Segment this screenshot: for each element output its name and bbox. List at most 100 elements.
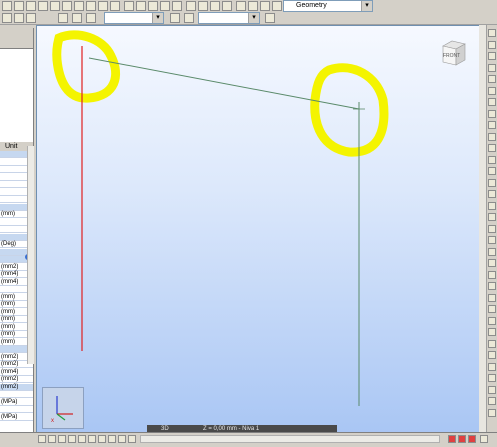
tool-icon-8[interactable] [86, 1, 96, 11]
tool-icon-row2-9[interactable] [265, 13, 275, 23]
tool-icon-row2-6[interactable] [86, 13, 96, 23]
right-tool-icon-15[interactable] [488, 190, 496, 198]
tool-icon-1[interactable] [2, 1, 12, 11]
right-tool-icon-1[interactable] [488, 29, 496, 37]
property-row[interactable]: (MPa) [0, 399, 33, 406]
right-tool-icon-4[interactable] [488, 63, 496, 72]
bottom-tool-icon-5[interactable] [78, 435, 86, 443]
property-row[interactable] [0, 406, 33, 413]
tool-icon-4[interactable] [38, 1, 48, 11]
right-tool-icon-22[interactable] [488, 270, 496, 279]
3d-viewport[interactable]: FRONT x 3D Z = 0,00 mm - Niva 1 [36, 25, 486, 435]
right-tool-icon-10[interactable] [488, 132, 496, 141]
tool-icon-6[interactable] [62, 1, 72, 11]
tool-icon-7[interactable] [74, 1, 84, 11]
right-tool-icon-6[interactable] [488, 86, 496, 95]
property-row[interactable] [0, 391, 33, 398]
right-tool-icon-20[interactable] [488, 247, 496, 256]
bottom-tool-icon-6[interactable] [88, 435, 96, 443]
tool-icon-3[interactable] [26, 1, 36, 11]
property-row[interactable]: (mm2) [0, 383, 33, 391]
tool-icon-17[interactable] [198, 1, 208, 11]
gear-icon[interactable] [236, 1, 246, 11]
right-tool-icon-21[interactable] [488, 259, 496, 267]
viewport-vertical-scrollbar[interactable] [479, 25, 486, 435]
bottom-tool-icon-red-3[interactable] [468, 435, 476, 443]
tool-icon-row2-5[interactable] [72, 13, 82, 23]
tool-icon-16[interactable] [186, 1, 196, 11]
tool-icon-row2-7[interactable] [170, 13, 180, 23]
chevron-down-icon[interactable]: ▾ [248, 13, 259, 23]
left-scrollbar[interactable] [27, 146, 34, 364]
tool-icon-2[interactable] [14, 1, 24, 11]
right-tool-icon-9[interactable] [488, 121, 496, 129]
bottom-tool-icon-last[interactable] [480, 435, 488, 443]
bottom-tool-icon-4[interactable] [68, 435, 76, 443]
right-tool-icon-8[interactable] [488, 109, 496, 118]
bottom-toolbar [0, 432, 497, 447]
tool-icon-row2-2[interactable] [14, 13, 24, 23]
right-tool-icon-11[interactable] [488, 144, 496, 152]
tool-icon-22[interactable] [260, 1, 270, 11]
right-tool-icon-14[interactable] [488, 178, 496, 187]
horizontal-scrollbar[interactable] [140, 435, 440, 443]
tool-icon-row2-8[interactable] [184, 13, 194, 23]
tool-icon-21[interactable] [248, 1, 258, 11]
search-icon[interactable] [124, 1, 134, 11]
property-row[interactable]: (mm4) [0, 369, 33, 376]
right-tool-icon-18[interactable] [488, 224, 496, 233]
right-tool-icon-31[interactable] [488, 374, 496, 382]
tool-icon-10[interactable] [110, 1, 120, 11]
right-tool-icon-26[interactable] [488, 316, 496, 325]
right-tool-icon-27[interactable] [488, 328, 496, 336]
right-tool-icon-16[interactable] [488, 201, 496, 210]
right-tool-icon-3[interactable] [488, 52, 496, 60]
tool-icon-row2-1[interactable] [2, 13, 12, 23]
tool-icon-13[interactable] [148, 1, 158, 11]
right-tool-icon-33[interactable] [488, 397, 496, 405]
right-tool-icon-32[interactable] [488, 385, 496, 394]
right-tool-icon-2[interactable] [488, 40, 496, 49]
property-row[interactable]: (MPa) [0, 414, 33, 421]
property-row[interactable]: (mm2) [0, 376, 33, 383]
right-tool-icon-13[interactable] [488, 167, 496, 175]
view-combo[interactable]: ▾ [104, 12, 164, 24]
right-tool-icon-19[interactable] [488, 236, 496, 244]
right-tool-icon-7[interactable] [488, 98, 496, 106]
bottom-tool-icon-red-1[interactable] [448, 435, 456, 443]
right-tool-icon-25[interactable] [488, 305, 496, 313]
bottom-tool-icon-10[interactable] [128, 435, 136, 443]
tool-icon-5[interactable] [50, 1, 60, 11]
svg-text:x: x [51, 418, 54, 424]
tool-icon-row2-4[interactable] [58, 13, 68, 23]
view-cube[interactable]: FRONT [437, 38, 467, 68]
right-tool-icon-30[interactable] [488, 362, 496, 371]
bottom-tool-icon-9[interactable] [118, 435, 126, 443]
tool-icon-14[interactable] [160, 1, 170, 11]
chevron-down-icon[interactable]: ▾ [152, 13, 163, 23]
right-tool-icon-23[interactable] [488, 282, 496, 290]
right-tool-icon-34[interactable] [488, 408, 496, 417]
bottom-tool-icon-7[interactable] [98, 435, 106, 443]
right-tool-icon-24[interactable] [488, 293, 496, 302]
bottom-tool-icon-8[interactable] [108, 435, 116, 443]
bottom-tool-icon-2[interactable] [48, 435, 56, 443]
right-tool-icon-28[interactable] [488, 339, 496, 348]
bottom-tool-icon-red-2[interactable] [458, 435, 466, 443]
tool-icon-row2-3[interactable] [26, 13, 36, 23]
tool-icon-18[interactable] [210, 1, 220, 11]
geometry-combo[interactable]: Geometry ▾ [283, 0, 373, 12]
tool-icon-15[interactable] [172, 1, 182, 11]
tool-icon-19[interactable] [222, 1, 232, 11]
bottom-tool-icon-1[interactable] [38, 435, 46, 443]
bottom-tool-icon-3[interactable] [58, 435, 66, 443]
right-tool-icon-5[interactable] [488, 75, 496, 83]
right-tool-icon-17[interactable] [488, 213, 496, 221]
tool-icon-23[interactable] [272, 1, 282, 11]
tool-icon-12[interactable] [136, 1, 146, 11]
level-combo[interactable]: ▾ [198, 12, 260, 24]
tool-icon-9[interactable] [98, 1, 108, 11]
right-tool-icon-29[interactable] [488, 351, 496, 359]
right-tool-icon-12[interactable] [488, 155, 496, 164]
chevron-down-icon[interactable]: ▾ [361, 1, 372, 11]
